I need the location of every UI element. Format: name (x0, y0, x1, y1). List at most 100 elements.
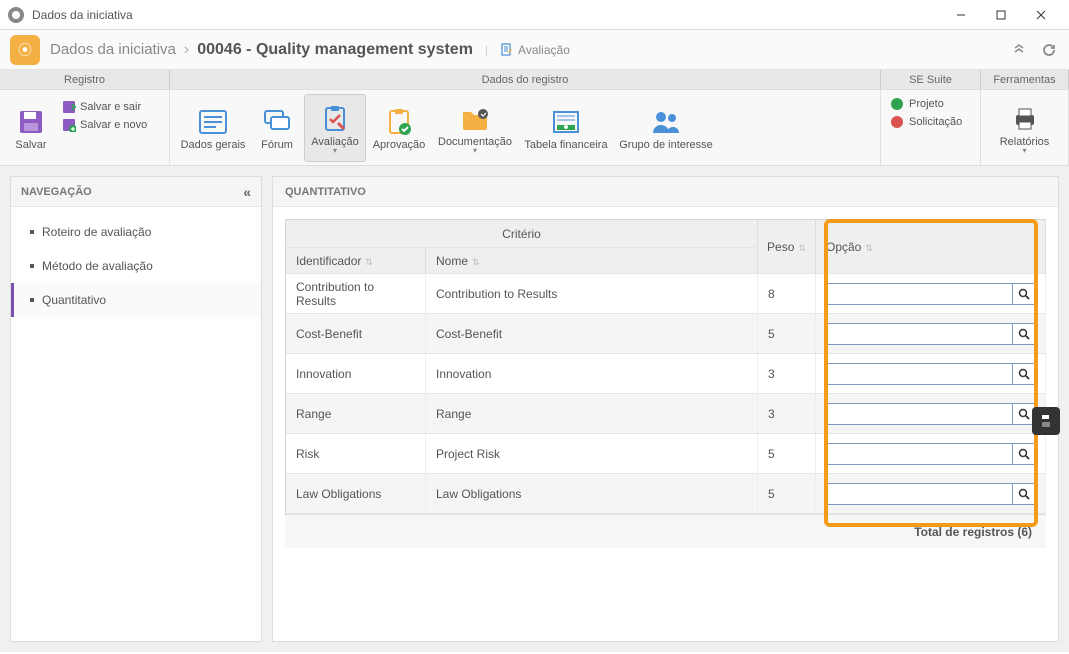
breadcrumb-sub: Avaliação (518, 43, 570, 57)
breadcrumb-pipe: | (485, 43, 488, 57)
table-row: Cost-BenefitCost-Benefit5 (286, 314, 1046, 354)
chat-icon (263, 105, 291, 139)
dropdown-caret-icon: ▾ (473, 146, 477, 155)
cell-nome: Contribution to Results (426, 274, 758, 314)
aprovacao-button[interactable]: Aprovação (366, 94, 432, 162)
cell-nome: Cost-Benefit (426, 314, 758, 354)
opcao-input[interactable] (826, 483, 1013, 505)
form-icon (198, 105, 228, 139)
save-exit-icon (62, 100, 76, 114)
cell-opcao (816, 394, 1046, 434)
cell-nome: Innovation (426, 354, 758, 394)
opcao-input[interactable] (826, 363, 1013, 385)
cell-identificador: Law Obligations (286, 474, 426, 514)
breadcrumb-root[interactable]: Dados da iniciativa (50, 41, 176, 58)
app-icon (8, 7, 24, 23)
opcao-lookup-button[interactable] (1013, 323, 1035, 345)
save-button[interactable]: Salvar (6, 94, 56, 162)
col-group-criterio: Critério (286, 220, 758, 248)
cell-opcao (816, 314, 1046, 354)
close-button[interactable] (1021, 1, 1061, 29)
col-nome[interactable]: Nome⇅ (426, 248, 758, 274)
cell-identificador: Range (286, 394, 426, 434)
sort-icon: ⇅ (365, 257, 373, 267)
sort-icon: ⇅ (472, 257, 480, 267)
cell-nome: Law Obligations (426, 474, 758, 514)
nav-item[interactable]: Roteiro de avaliação (11, 215, 261, 249)
opcao-input[interactable] (826, 323, 1013, 345)
nav-item-label: Roteiro de avaliação (42, 225, 151, 239)
solicitacao-link[interactable]: Solicitação (887, 116, 962, 128)
cell-peso: 5 (758, 434, 816, 474)
users-icon (650, 105, 682, 139)
table-row: RiskProject Risk5 (286, 434, 1046, 474)
bullet-icon (30, 298, 34, 302)
table-row: RangeRange3 (286, 394, 1046, 434)
tab-group-registro: Registro (0, 70, 170, 89)
cell-identificador: Innovation (286, 354, 426, 394)
projeto-link[interactable]: Projeto (887, 98, 944, 110)
grupo-interesse-button[interactable]: Grupo de interesse (614, 94, 718, 162)
opcao-input[interactable] (826, 283, 1013, 305)
nav-item[interactable]: Quantitativo (11, 283, 261, 317)
opcao-input[interactable] (826, 443, 1013, 465)
nav-item[interactable]: Método de avaliação (11, 249, 261, 283)
breadcrumb-separator: › (184, 41, 189, 59)
forum-button[interactable]: Fórum (250, 94, 304, 162)
maximize-button[interactable] (981, 1, 1021, 29)
window-titlebar: Dados da iniciativa (0, 0, 1069, 30)
table-row: Law ObligationsLaw Obligations5 (286, 474, 1046, 514)
bullet-icon (30, 230, 34, 234)
cell-opcao (816, 434, 1046, 474)
collapse-up-icon[interactable] (1009, 40, 1029, 60)
dropdown-caret-icon: ▾ (333, 146, 337, 155)
criteria-table: Critério Peso⇅ Opção⇅ Identificador⇅ Nom… (285, 219, 1046, 514)
window-title: Dados da iniciativa (32, 8, 941, 22)
cell-opcao (816, 354, 1046, 394)
minimize-button[interactable] (941, 1, 981, 29)
money-icon (551, 105, 581, 139)
dropdown-caret-icon: ▾ (1022, 146, 1026, 155)
col-opcao[interactable]: Opção⇅ (816, 220, 1046, 274)
documentacao-button[interactable]: Documentação ▾ (432, 94, 518, 162)
opcao-lookup-button[interactable] (1013, 443, 1035, 465)
request-status-icon (891, 116, 903, 128)
col-peso[interactable]: Peso⇅ (758, 220, 816, 274)
ribbon-tabs: Registro Dados do registro SE Suite Ferr… (0, 70, 1069, 90)
save-icon (17, 105, 45, 139)
relatorios-button[interactable]: Relatórios ▾ (990, 94, 1060, 162)
tab-group-ferramentas: Ferramentas (981, 70, 1069, 89)
nav-collapse-icon[interactable]: « (243, 184, 251, 200)
sort-icon: ⇅ (865, 243, 873, 253)
dados-gerais-button[interactable]: Dados gerais (176, 94, 250, 162)
cell-identificador: Risk (286, 434, 426, 474)
col-identificador[interactable]: Identificador⇅ (286, 248, 426, 274)
project-status-icon (891, 98, 903, 110)
cell-peso: 5 (758, 314, 816, 354)
opcao-lookup-button[interactable] (1013, 483, 1035, 505)
clipboard-check-icon (322, 102, 348, 136)
cell-peso: 3 (758, 394, 816, 434)
avaliacao-button[interactable]: Avaliação ▾ (304, 94, 366, 162)
opcao-input[interactable] (826, 403, 1013, 425)
cell-opcao (816, 474, 1046, 514)
refresh-icon[interactable] (1039, 40, 1059, 60)
floating-save-button[interactable] (1032, 407, 1060, 435)
table-row: Contribution to ResultsContribution to R… (286, 274, 1046, 314)
content-panel: QUANTITATIVO Critério Peso⇅ Opção⇅ Ident… (272, 176, 1059, 642)
table-footer: Total de registros (6) (285, 514, 1046, 548)
content-title: QUANTITATIVO (273, 177, 1058, 207)
save-exit-button[interactable]: Salvar e sair (62, 100, 147, 114)
module-icon: ⦿ (10, 35, 40, 65)
tabela-financeira-button[interactable]: Tabela financeira (518, 94, 614, 162)
cell-peso: 3 (758, 354, 816, 394)
save-new-button[interactable]: Salvar e novo (62, 118, 147, 132)
table-row: InnovationInnovation3 (286, 354, 1046, 394)
opcao-lookup-button[interactable] (1013, 283, 1035, 305)
cell-nome: Range (426, 394, 758, 434)
cell-identificador: Cost-Benefit (286, 314, 426, 354)
breadcrumb-bar: ⦿ Dados da iniciativa › 00046 - Quality … (0, 30, 1069, 70)
opcao-lookup-button[interactable] (1013, 363, 1035, 385)
nav-title: NAVEGAÇÃO (21, 186, 92, 198)
nav-item-label: Método de avaliação (42, 259, 153, 273)
